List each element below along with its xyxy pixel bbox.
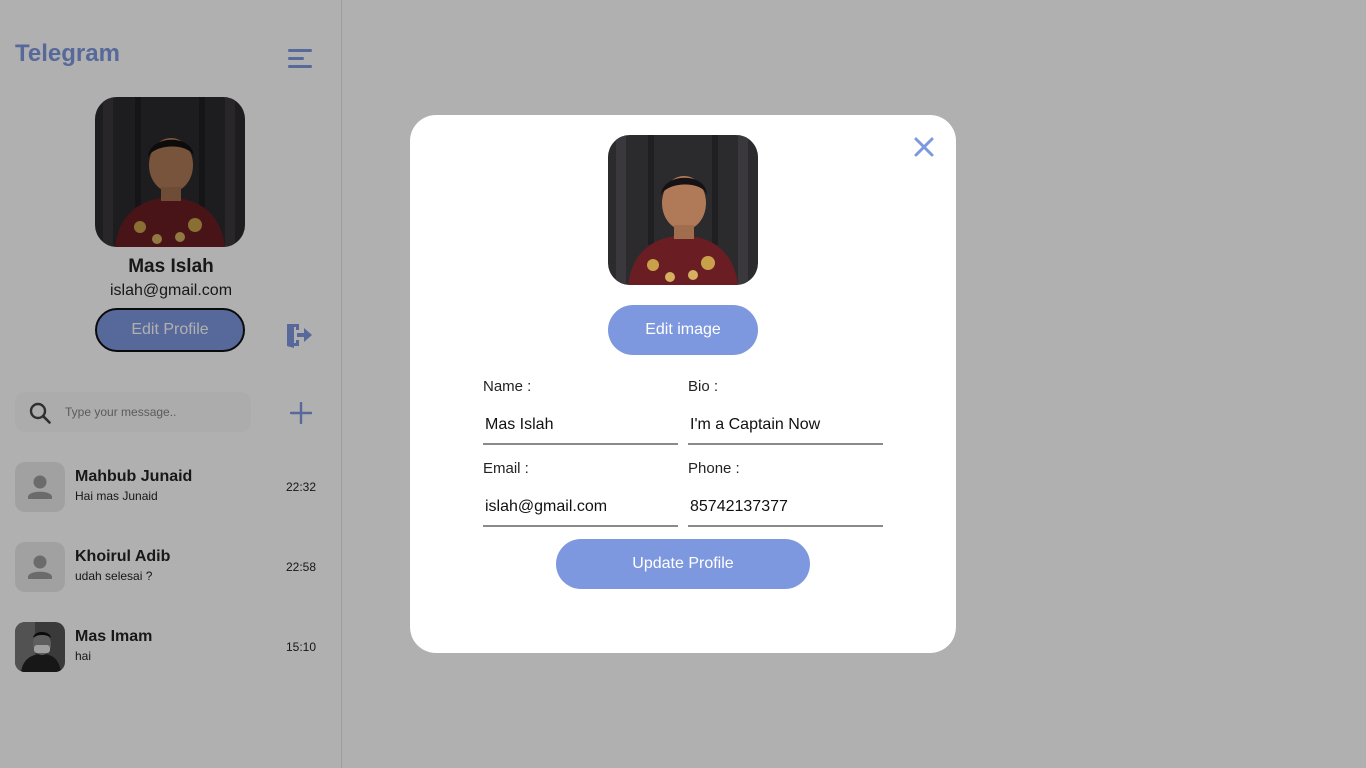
edit-profile-modal: Edit image Name : Bio : Email : Phone : … <box>410 115 956 653</box>
edit-image-button[interactable]: Edit image <box>608 305 758 355</box>
phone-field[interactable] <box>688 489 883 527</box>
bio-field[interactable] <box>688 407 883 445</box>
name-label: Name : <box>483 378 532 395</box>
close-icon[interactable] <box>913 136 935 158</box>
email-field[interactable] <box>483 489 678 527</box>
phone-label: Phone : <box>688 460 740 477</box>
update-profile-button[interactable]: Update Profile <box>556 539 810 589</box>
modal-profile-photo <box>608 135 758 285</box>
bio-label: Bio : <box>688 378 719 395</box>
email-label: Email : <box>483 460 529 477</box>
name-field[interactable] <box>483 407 678 445</box>
